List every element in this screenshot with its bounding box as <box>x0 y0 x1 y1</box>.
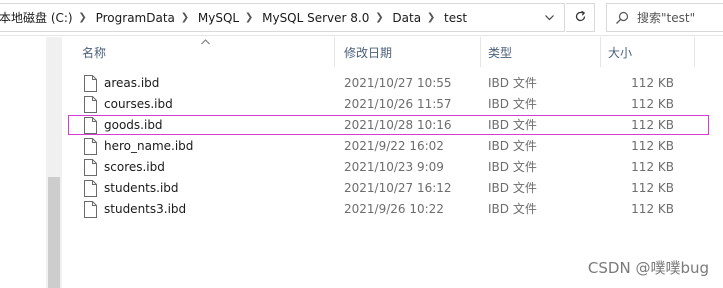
search-icon <box>607 11 637 25</box>
file-size: 112 KB <box>631 118 674 132</box>
search-placeholder: 搜索"test" <box>637 11 696 25</box>
breadcrumb-drive[interactable]: 本地磁盘 (C:) ❯ <box>0 4 91 31</box>
file-type: IBD 文件 <box>488 181 537 195</box>
breadcrumb-mysql[interactable]: MySQL ❯ <box>193 4 257 31</box>
file-modified: 2021/10/28 10:16 <box>344 118 452 132</box>
file-modified: 2021/10/26 11:57 <box>344 97 452 111</box>
file-name: hero_name.ibd <box>104 139 194 153</box>
refresh-icon <box>574 10 587 26</box>
column-header-modified[interactable]: 修改日期 <box>344 37 392 67</box>
search-input[interactable]: 搜索"test" <box>606 3 723 32</box>
file-modified: 2021/9/22 16:02 <box>344 139 444 153</box>
breadcrumb-test[interactable]: test <box>439 4 469 31</box>
file-size: 112 KB <box>631 97 674 111</box>
file-modified: 2021/9/26 10:22 <box>344 202 444 216</box>
file-icon <box>84 117 97 134</box>
chevron-down-icon[interactable] <box>534 4 564 31</box>
address-bar[interactable]: 本地磁盘 (C:) ❯ ProgramData ❯ MySQL ❯ MySQL … <box>0 3 565 32</box>
scrollbar-thumb[interactable] <box>48 177 60 288</box>
chevron-right-icon[interactable]: ❯ <box>371 12 387 23</box>
breadcrumb-programdata[interactable]: ProgramData ❯ <box>91 4 193 31</box>
file-size: 112 KB <box>631 181 674 195</box>
file-name: students.ibd <box>104 181 179 195</box>
file-list[interactable]: 名称 修改日期 类型 大小 areas.ibd 2021/10/27 10:55… <box>66 37 723 288</box>
column-header-row: 名称 修改日期 类型 大小 <box>66 37 723 67</box>
column-divider[interactable] <box>334 37 335 67</box>
file-row[interactable]: hero_name.ibd 2021/9/22 16:02 IBD 文件 112… <box>66 136 723 157</box>
column-divider[interactable] <box>694 37 695 67</box>
file-icon <box>84 180 97 197</box>
file-icon <box>84 201 97 218</box>
file-name: students3.ibd <box>104 202 187 216</box>
column-divider[interactable] <box>480 37 481 67</box>
file-type: IBD 文件 <box>488 76 537 90</box>
file-name: areas.ibd <box>104 76 160 90</box>
column-divider[interactable] <box>600 37 601 67</box>
chevron-right-icon[interactable]: ❯ <box>177 12 193 23</box>
file-icon <box>84 159 97 176</box>
address-bar-row: 本地磁盘 (C:) ❯ ProgramData ❯ MySQL ❯ MySQL … <box>0 0 723 36</box>
file-type: IBD 文件 <box>488 202 537 216</box>
file-size: 112 KB <box>631 76 674 90</box>
file-size: 112 KB <box>631 160 674 174</box>
file-type: IBD 文件 <box>488 160 537 174</box>
file-type: IBD 文件 <box>488 97 537 111</box>
column-header-size[interactable]: 大小 <box>608 37 632 67</box>
file-modified: 2021/10/23 9:09 <box>344 160 444 174</box>
file-size: 112 KB <box>631 202 674 216</box>
file-row[interactable]: scores.ibd 2021/10/23 9:09 IBD 文件 112 KB <box>66 157 723 178</box>
file-row[interactable]: goods.ibd 2021/10/28 10:16 IBD 文件 112 KB <box>66 115 723 136</box>
navigation-scrollbar[interactable] <box>46 37 62 288</box>
chevron-right-icon[interactable]: ❯ <box>241 12 257 23</box>
watermark: CSDN @噗噗bug <box>587 259 709 277</box>
file-type: IBD 文件 <box>488 118 537 132</box>
file-size: 112 KB <box>631 139 674 153</box>
file-type: IBD 文件 <box>488 139 537 153</box>
sort-ascending-icon <box>201 37 210 48</box>
refresh-button[interactable] <box>566 3 595 32</box>
file-name: goods.ibd <box>104 118 163 132</box>
file-row[interactable]: courses.ibd 2021/10/26 11:57 IBD 文件 112 … <box>66 94 723 115</box>
file-row[interactable]: areas.ibd 2021/10/27 10:55 IBD 文件 112 KB <box>66 73 723 94</box>
file-modified: 2021/10/27 16:12 <box>344 181 452 195</box>
breadcrumb-data[interactable]: Data ❯ <box>387 4 439 31</box>
file-icon <box>84 75 97 92</box>
file-modified: 2021/10/27 10:55 <box>344 76 452 90</box>
column-header-type[interactable]: 类型 <box>488 37 512 67</box>
file-icon <box>84 96 97 113</box>
breadcrumb-mysql-server[interactable]: MySQL Server 8.0 ❯ <box>257 4 387 31</box>
chevron-right-icon[interactable]: ❯ <box>423 12 439 23</box>
file-name: courses.ibd <box>104 97 173 111</box>
file-name: scores.ibd <box>104 160 165 174</box>
file-row[interactable]: students.ibd 2021/10/27 16:12 IBD 文件 112… <box>66 178 723 199</box>
file-row[interactable]: students3.ibd 2021/9/26 10:22 IBD 文件 112… <box>66 199 723 220</box>
chevron-right-icon[interactable]: ❯ <box>75 12 91 23</box>
file-icon <box>84 138 97 155</box>
column-header-name[interactable]: 名称 <box>82 37 106 67</box>
